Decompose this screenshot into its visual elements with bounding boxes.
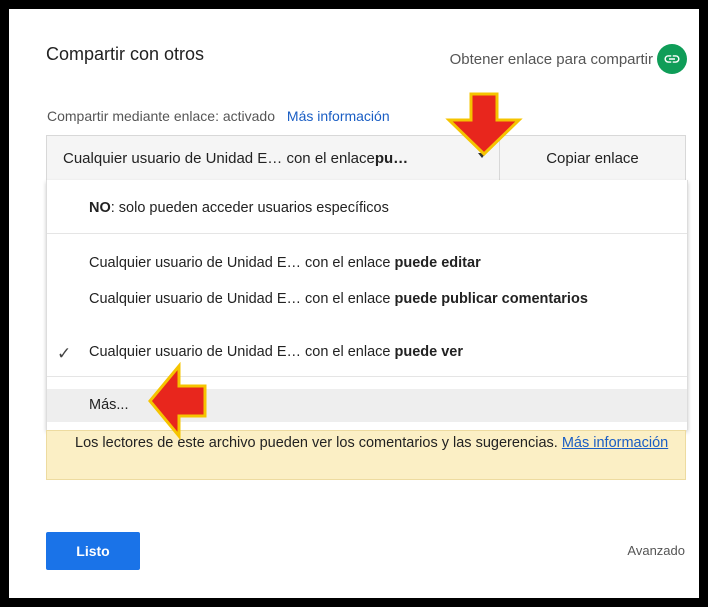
- menu-item-view[interactable]: ✓ Cualquier usuario de Unidad E… con el …: [47, 344, 687, 363]
- menu-item-comment[interactable]: Cualquier usuario de Unidad E… con el en…: [47, 290, 687, 308]
- share-select-text: Cualquier usuario de Unidad E… con el en…: [63, 149, 375, 167]
- menu-item-off-text: : solo pueden acceder usuarios específic…: [110, 200, 389, 216]
- menu-item-edit-text: Cualquier usuario de Unidad E… con el en…: [89, 255, 395, 271]
- menu-item-more[interactable]: Más...: [47, 389, 687, 422]
- share-permission-select[interactable]: Cualquier usuario de Unidad E… con el en…: [46, 135, 500, 181]
- link-status: Compartir mediante enlace: activado Más …: [47, 108, 390, 124]
- menu-item-off-bold: NO: [89, 200, 111, 216]
- menu-item-comment-bold: puede publicar comentarios: [394, 291, 588, 307]
- menu-item-edit[interactable]: Cualquier usuario de Unidad E… con el en…: [47, 255, 687, 271]
- dialog-title: Compartir con otros: [46, 44, 205, 64]
- annotation-arrow-left-icon: [148, 362, 207, 440]
- menu-divider: [47, 376, 687, 377]
- menu-item-view-text: Cualquier usuario de Unidad E… con el en…: [89, 344, 395, 360]
- check-icon: ✓: [57, 344, 72, 363]
- copy-link-button[interactable]: Copiar enlace: [499, 135, 686, 181]
- link-status-text: Compartir mediante enlace: activado: [47, 108, 276, 124]
- link-icon: [657, 44, 687, 74]
- advanced-link[interactable]: Avanzado: [627, 543, 685, 558]
- permission-menu: NO: solo pueden acceder usuarios específ…: [46, 180, 688, 430]
- annotation-arrow-down-icon: [445, 92, 523, 157]
- menu-item-edit-bold: puede editar: [394, 255, 481, 271]
- menu-item-off[interactable]: NO: solo pueden acceder usuarios específ…: [47, 200, 687, 216]
- menu-item-comment-text: Cualquier usuario de Unidad E… con el en…: [89, 291, 395, 307]
- get-link-label: Obtener enlace para compartir: [449, 50, 653, 68]
- get-link-button[interactable]: Obtener enlace para compartir: [450, 44, 687, 74]
- more-info-link[interactable]: Más información: [287, 108, 390, 124]
- info-more-link[interactable]: Más información: [562, 435, 668, 451]
- done-button[interactable]: Listo: [46, 532, 140, 570]
- info-banner: Los lectores de este archivo pueden ver …: [46, 430, 686, 480]
- menu-divider: [47, 233, 687, 234]
- share-dialog: Compartir con otros Obtener enlace para …: [9, 9, 699, 598]
- menu-item-view-bold: puede ver: [394, 344, 464, 360]
- share-select-bold: pu…: [374, 149, 409, 167]
